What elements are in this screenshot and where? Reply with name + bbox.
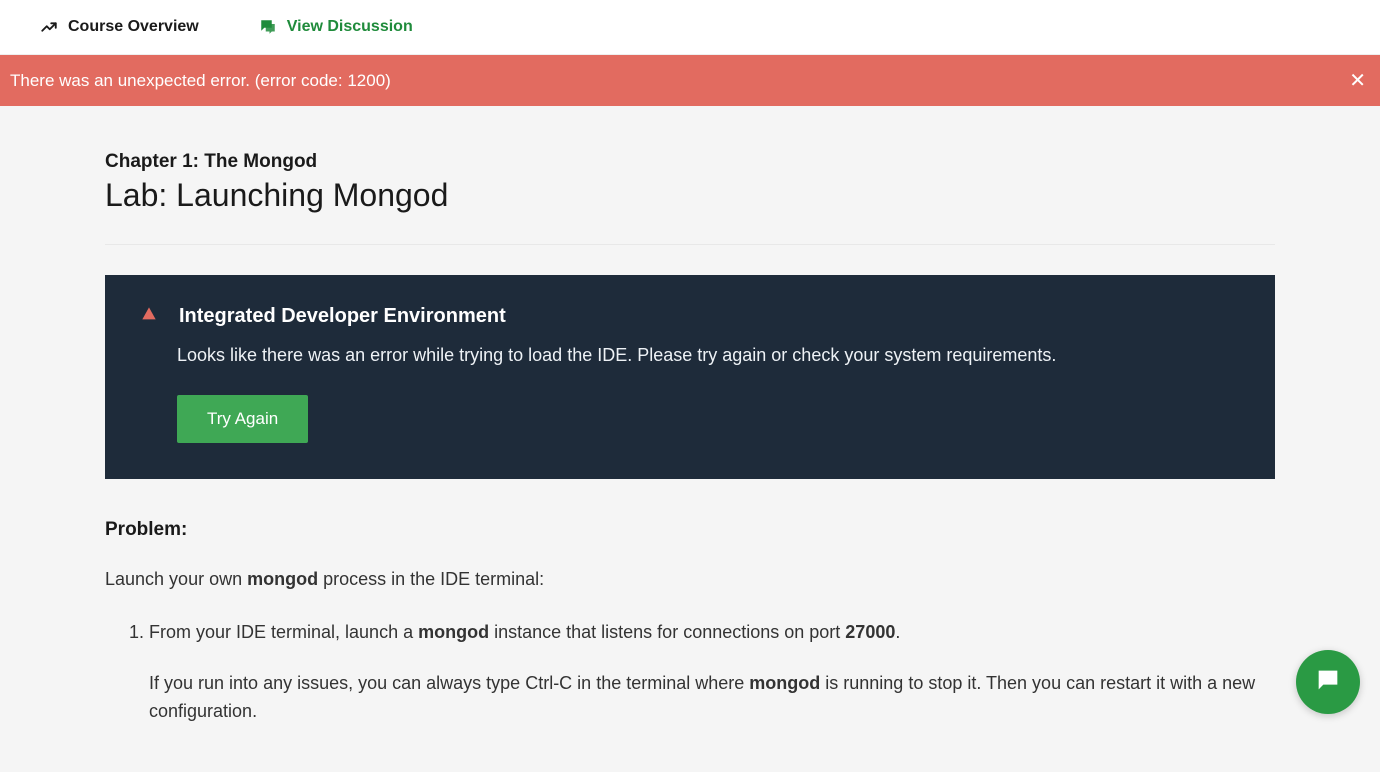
problem-heading: Problem: — [105, 519, 1275, 541]
trending-up-icon — [40, 18, 58, 36]
step1-note: If you run into any issues, you can alwa… — [149, 669, 1275, 727]
ide-error-panel: Integrated Developer Environment Looks l… — [105, 275, 1275, 479]
nav-overview-label: Course Overview — [68, 18, 199, 36]
intro-bold-1: mongod — [247, 569, 318, 589]
main-content: Chapter 1: The Mongod Lab: Launching Mon… — [105, 106, 1275, 772]
note-bold-1: mongod — [749, 673, 820, 693]
error-banner-text: There was an unexpected error. (error co… — [10, 71, 1345, 91]
divider — [105, 244, 1275, 245]
ide-panel-title: Integrated Developer Environment — [179, 305, 506, 328]
step1-text-2: instance that listens for connections on… — [489, 622, 845, 642]
problem-steps: From your IDE terminal, launch a mongod … — [105, 618, 1275, 726]
step1-bold-1: mongod — [418, 622, 489, 642]
note-text-1: If you run into any issues, you can alwa… — [149, 673, 749, 693]
chat-icon — [259, 18, 277, 36]
nav-view-discussion[interactable]: View Discussion — [259, 18, 413, 36]
chapter-label: Chapter 1: The Mongod — [105, 151, 1275, 173]
ide-body: Looks like there was an error while tryi… — [141, 342, 1239, 443]
top-nav: Course Overview View Discussion — [0, 0, 1380, 55]
step-1: From your IDE terminal, launch a mongod … — [149, 618, 1275, 726]
step1-text-1: From your IDE terminal, launch a — [149, 622, 418, 642]
nav-course-overview[interactable]: Course Overview — [40, 18, 199, 36]
ide-error-message: Looks like there was an error while tryi… — [177, 342, 1239, 369]
ide-header: Integrated Developer Environment — [141, 305, 1239, 328]
step1-text-3: . — [895, 622, 900, 642]
page-title: Lab: Launching Mongod — [105, 177, 1275, 214]
close-icon[interactable]: ✕ — [1345, 68, 1370, 93]
warning-icon — [141, 306, 157, 327]
intro-text-1: Launch your own — [105, 569, 247, 589]
chat-bubble-icon — [1314, 666, 1342, 699]
try-again-button[interactable]: Try Again — [177, 395, 308, 443]
nav-discussion-label: View Discussion — [287, 18, 413, 36]
problem-intro: Launch your own mongod process in the ID… — [105, 565, 1275, 594]
step1-bold-2: 27000 — [845, 622, 895, 642]
intro-text-2: process in the IDE terminal: — [318, 569, 544, 589]
error-banner: There was an unexpected error. (error co… — [0, 55, 1380, 106]
